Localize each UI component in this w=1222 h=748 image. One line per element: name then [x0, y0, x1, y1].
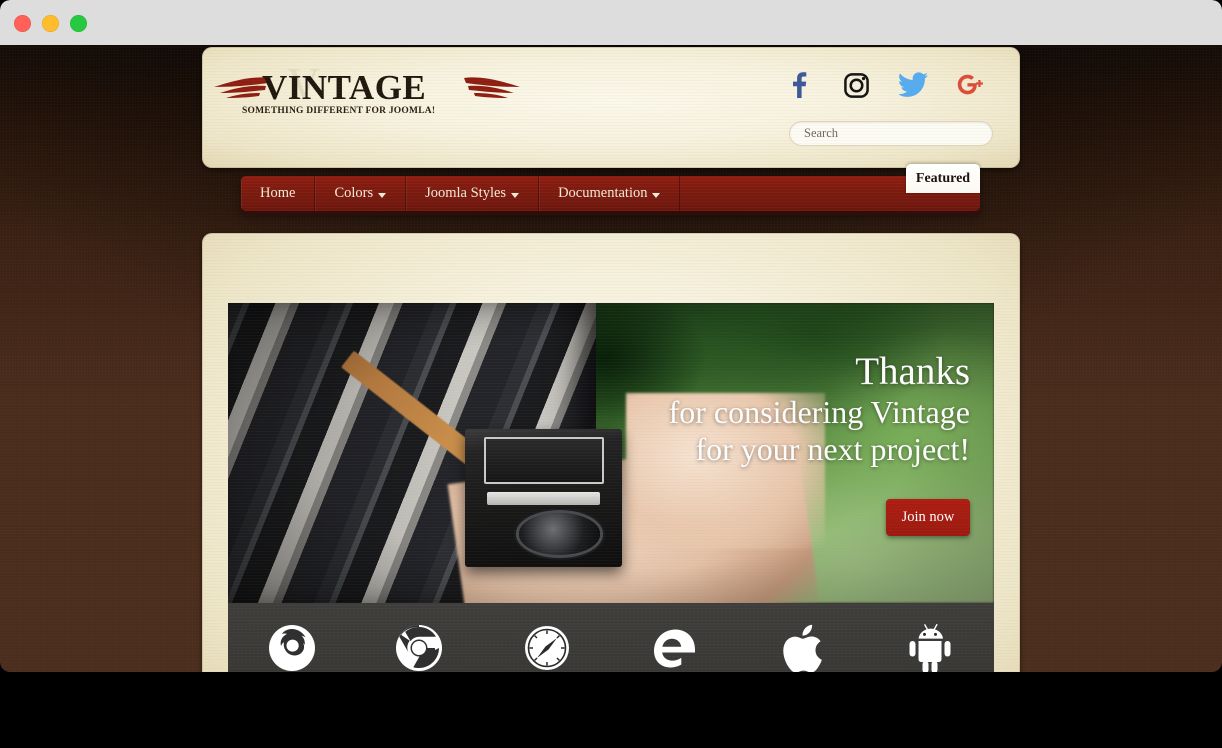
nav-item-label: Colors — [334, 185, 374, 201]
apple-icon — [747, 620, 857, 672]
nav-item-documentation[interactable]: Documentation — [539, 176, 681, 211]
window-titlebar — [0, 0, 1222, 45]
join-now-button[interactable]: Join now — [886, 499, 970, 536]
logo-tagline: SOMETHING DIFFERENT FOR JOOMLA! — [242, 106, 436, 116]
chevron-down-icon — [652, 192, 661, 198]
hero-headline: Thanks for considering Vintage for your … — [669, 349, 970, 468]
browser-item-ios[interactable]: iOS — [747, 620, 857, 672]
browser-item-android[interactable]: Android — [875, 620, 985, 672]
close-window-button[interactable] — [14, 15, 31, 32]
browser-item-chrome[interactable]: Chrome — [364, 620, 474, 673]
hero-banner: Thanks for considering Vintage for your … — [228, 303, 994, 603]
traffic-light-group — [14, 15, 87, 32]
nav-bar: Home Colors Joomla Styles Documentation — [241, 176, 980, 211]
content-panel: Thanks for considering Vintage for your … — [202, 233, 1020, 672]
browser-window: V VINTAGE SOMETHING DIFFERENT FOR JOOMLA… — [0, 0, 1222, 672]
browser-item-safari[interactable]: Safari — [492, 620, 602, 673]
nav-item-colors[interactable]: Colors — [315, 176, 407, 211]
safari-icon — [492, 620, 602, 673]
page-viewport: V VINTAGE SOMETHING DIFFERENT FOR JOOMLA… — [0, 45, 1222, 672]
googleplus-icon[interactable] — [956, 69, 988, 101]
logo-wordmark: VINTAGE — [262, 68, 427, 107]
logo-wing-right-icon — [464, 77, 520, 98]
featured-tab[interactable]: Featured — [906, 164, 980, 193]
browser-item-firefox[interactable]: Firefox — [237, 620, 347, 673]
main-navigation: Home Colors Joomla Styles Documentation … — [241, 164, 980, 211]
edge-icon — [620, 620, 730, 673]
nav-item-label: Joomla Styles — [425, 185, 507, 201]
browser-support-strip: Firefox Chrome — [228, 603, 994, 672]
android-icon — [875, 620, 985, 672]
site-header: V VINTAGE SOMETHING DIFFERENT FOR JOOMLA… — [202, 47, 1020, 168]
hero-line-3: for your next project! — [695, 431, 970, 468]
chevron-down-icon — [511, 192, 520, 198]
hero-line-2: for considering Vintage — [668, 394, 970, 431]
facebook-icon[interactable] — [782, 69, 814, 101]
search-input[interactable] — [789, 121, 993, 146]
nav-item-home[interactable]: Home — [241, 176, 316, 211]
hero-line-1: Thanks — [855, 350, 970, 393]
minimize-window-button[interactable] — [42, 15, 59, 32]
site-logo[interactable]: V VINTAGE SOMETHING DIFFERENT FOR JOOMLA… — [214, 58, 580, 126]
nav-item-label: Documentation — [558, 185, 648, 201]
browser-item-edge[interactable]: Edge — [620, 620, 730, 673]
maximize-window-button[interactable] — [70, 15, 87, 32]
chrome-icon — [364, 620, 474, 673]
chevron-down-icon — [378, 192, 387, 198]
instagram-icon[interactable] — [840, 69, 872, 101]
social-links — [782, 69, 988, 101]
firefox-icon — [237, 620, 347, 673]
nav-item-joomla-styles[interactable]: Joomla Styles — [406, 176, 540, 211]
twitter-icon[interactable] — [898, 69, 930, 101]
nav-item-label: Home — [260, 185, 296, 201]
